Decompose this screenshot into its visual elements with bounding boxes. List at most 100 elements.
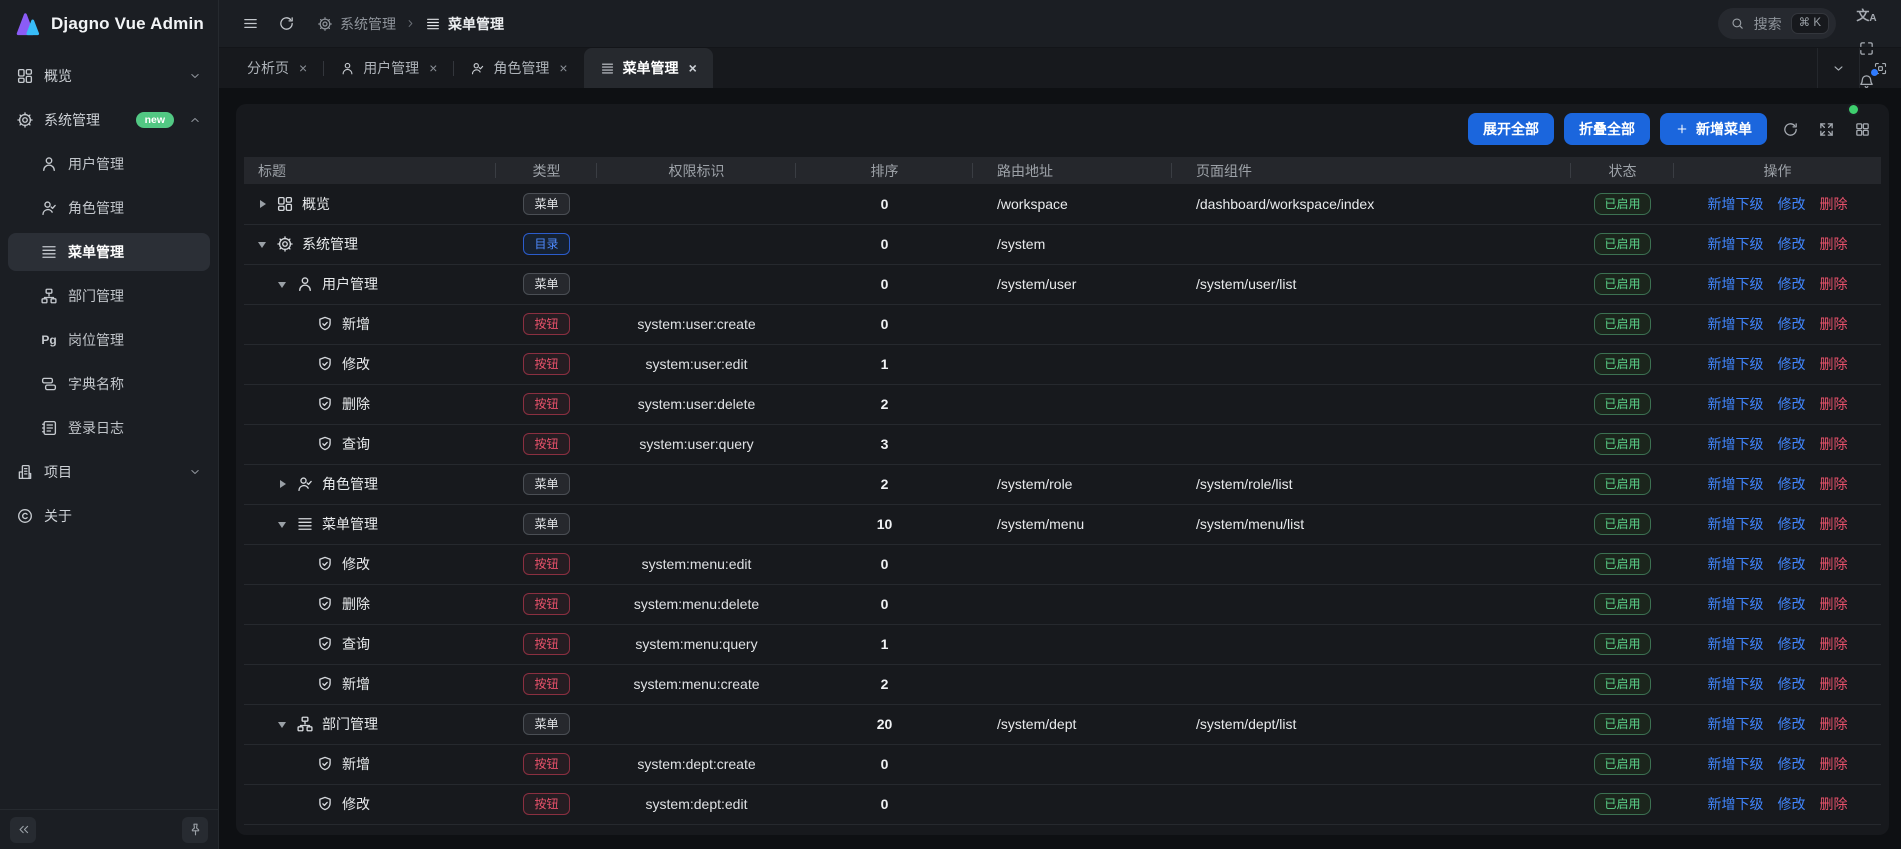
action-edit[interactable]: 修改 [1778, 276, 1806, 292]
notifications-button[interactable] [1850, 65, 1883, 98]
column-settings-button[interactable] [1849, 116, 1875, 142]
toolbar-button-1[interactable]: 折叠全部 [1564, 113, 1650, 145]
toolbar-button-2[interactable]: 新增菜单 [1660, 113, 1767, 145]
collapse-toggle-icon[interactable] [278, 519, 288, 529]
action-edit[interactable]: 修改 [1778, 756, 1806, 772]
action-delete[interactable]: 删除 [1820, 556, 1848, 572]
logo[interactable]: Djagno Vue Admin [0, 0, 218, 48]
menu-icon [600, 61, 615, 76]
permission-code: system:menu:delete [597, 584, 796, 624]
sidebar-item-1-5[interactable]: 字典名称 [8, 365, 210, 403]
breadcrumb-item-1[interactable]: 菜单管理 [425, 14, 504, 34]
action-add-child[interactable]: 新增下级 [1708, 676, 1764, 692]
action-delete[interactable]: 删除 [1820, 396, 1848, 412]
refresh-table-button[interactable] [1777, 116, 1803, 142]
action-add-child[interactable]: 新增下级 [1708, 436, 1764, 452]
action-delete[interactable]: 删除 [1820, 676, 1848, 692]
menu-toggle-button[interactable] [235, 9, 265, 39]
action-add-child[interactable]: 新增下级 [1708, 396, 1764, 412]
action-edit[interactable]: 修改 [1778, 716, 1806, 732]
action-delete[interactable]: 删除 [1820, 316, 1848, 332]
action-edit[interactable]: 修改 [1778, 476, 1806, 492]
sidebar-item-2[interactable]: 项目 [8, 453, 210, 491]
sidebar-pin-button[interactable] [182, 817, 208, 843]
action-add-child[interactable]: 新增下级 [1708, 316, 1764, 332]
toolbar-button-0[interactable]: 展开全部 [1468, 113, 1554, 145]
action-delete[interactable]: 删除 [1820, 356, 1848, 372]
sidebar-item-0[interactable]: 概览 [8, 57, 210, 95]
action-add-child[interactable]: 新增下级 [1708, 356, 1764, 372]
action-edit[interactable]: 修改 [1778, 596, 1806, 612]
sidebar-item-1-6[interactable]: 登录日志 [8, 409, 210, 447]
fullscreen-button[interactable] [1850, 32, 1883, 65]
sidebar-item-3[interactable]: 关于 [8, 497, 210, 535]
action-edit[interactable]: 修改 [1778, 396, 1806, 412]
action-edit[interactable]: 修改 [1778, 356, 1806, 372]
close-icon[interactable]: × [559, 61, 567, 75]
action-add-child[interactable]: 新增下级 [1708, 476, 1764, 492]
action-add-child[interactable]: 新增下级 [1708, 276, 1764, 292]
collapse-toggle-icon[interactable] [258, 239, 268, 249]
type-badge: 按钮 [523, 593, 569, 615]
fullscreen-table-button[interactable] [1813, 116, 1839, 142]
sidebar-collapse-button[interactable] [10, 817, 36, 843]
action-add-child[interactable]: 新增下级 [1708, 636, 1764, 652]
action-delete[interactable]: 删除 [1820, 436, 1848, 452]
search-input[interactable]: 搜索 ⌘ K [1718, 8, 1836, 39]
breadcrumb-item-0[interactable]: 系统管理 [317, 14, 396, 34]
action-edit[interactable]: 修改 [1778, 636, 1806, 652]
action-add-child[interactable]: 新增下级 [1708, 716, 1764, 732]
action-edit[interactable]: 修改 [1778, 676, 1806, 692]
sidebar-item-1[interactable]: 系统管理new [8, 101, 210, 139]
collapse-toggle-icon[interactable] [278, 279, 288, 289]
action-delete[interactable]: 删除 [1820, 756, 1848, 772]
action-delete[interactable]: 删除 [1820, 236, 1848, 252]
page-refresh-button[interactable] [271, 9, 301, 39]
close-icon[interactable]: × [689, 61, 697, 75]
language-button[interactable]: 文A [1850, 0, 1883, 32]
tab-2[interactable]: 角色管理× [454, 48, 583, 88]
sidebar-item-1-2[interactable]: 菜单管理 [8, 233, 210, 271]
status-badge: 已启用 [1594, 553, 1650, 575]
action-delete[interactable]: 删除 [1820, 596, 1848, 612]
tab-1[interactable]: 用户管理× [324, 48, 453, 88]
action-delete[interactable]: 删除 [1820, 716, 1848, 732]
expand-toggle-icon[interactable] [258, 199, 268, 209]
sidebar-item-1-0[interactable]: 用户管理 [8, 145, 210, 183]
chevron-down-icon [1831, 61, 1846, 76]
action-edit[interactable]: 修改 [1778, 196, 1806, 212]
user-icon [340, 61, 355, 76]
action-delete[interactable]: 删除 [1820, 276, 1848, 292]
sidebar-item-1-4[interactable]: Pg岗位管理 [8, 321, 210, 359]
action-edit[interactable]: 修改 [1778, 236, 1806, 252]
action-delete[interactable]: 删除 [1820, 796, 1848, 812]
action-add-child[interactable]: 新增下级 [1708, 516, 1764, 532]
action-add-child[interactable]: 新增下级 [1708, 236, 1764, 252]
action-add-child[interactable]: 新增下级 [1708, 556, 1764, 572]
action-edit[interactable]: 修改 [1778, 516, 1806, 532]
action-edit[interactable]: 修改 [1778, 436, 1806, 452]
close-icon[interactable]: × [429, 61, 437, 75]
route-path [973, 624, 1172, 664]
tab-3[interactable]: 菜单管理× [584, 48, 713, 88]
expand-toggle-icon[interactable] [278, 479, 288, 489]
action-edit[interactable]: 修改 [1778, 316, 1806, 332]
sidebar-item-1-3[interactable]: 部门管理 [8, 277, 210, 315]
action-edit[interactable]: 修改 [1778, 556, 1806, 572]
action-add-child[interactable]: 新增下级 [1708, 596, 1764, 612]
action-add-child[interactable]: 新增下级 [1708, 196, 1764, 212]
action-delete[interactable]: 删除 [1820, 516, 1848, 532]
table-header-row: 标题类型权限标识排序路由地址页面组件状态操作 [244, 157, 1881, 184]
tab-0[interactable]: 分析页× [231, 48, 323, 88]
close-icon[interactable]: × [299, 61, 307, 75]
table-row: 新增按钮system:menu:create2已启用新增下级修改删除 [244, 664, 1881, 704]
sidebar-item-1-1[interactable]: 角色管理 [8, 189, 210, 227]
action-delete[interactable]: 删除 [1820, 476, 1848, 492]
action-add-child[interactable]: 新增下级 [1708, 796, 1764, 812]
action-edit[interactable]: 修改 [1778, 796, 1806, 812]
action-delete[interactable]: 删除 [1820, 636, 1848, 652]
collapse-icon [16, 822, 31, 837]
action-add-child[interactable]: 新增下级 [1708, 756, 1764, 772]
action-delete[interactable]: 删除 [1820, 196, 1848, 212]
collapse-toggle-icon[interactable] [278, 719, 288, 729]
